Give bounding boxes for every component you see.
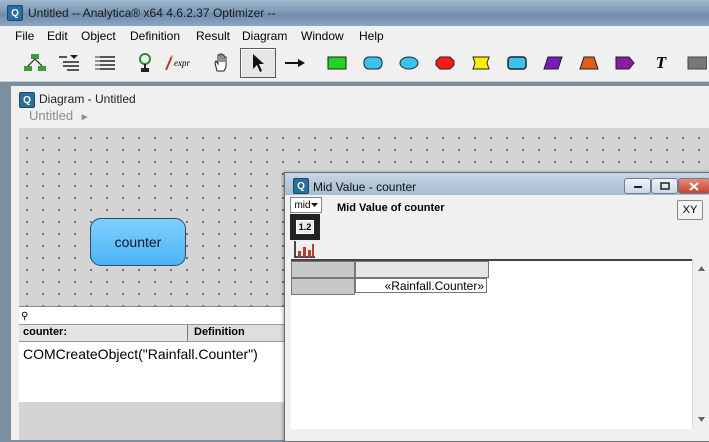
bar-chart-icon	[294, 241, 315, 258]
breadcrumb-item[interactable]: Untitled	[29, 108, 73, 123]
close-button[interactable]	[678, 178, 709, 194]
toolbar: expr T	[0, 45, 709, 82]
result-value-cell[interactable]: «Rainfall.Counter»	[355, 278, 487, 293]
scroll-up-icon	[698, 266, 705, 271]
expression-label: expr	[174, 58, 190, 68]
menu-diagram[interactable]: Diagram	[242, 29, 287, 43]
view-selector[interactable]: mid	[290, 197, 322, 213]
counter-node[interactable]: counter	[90, 218, 186, 266]
table-corner-cell	[291, 261, 355, 278]
result-window-title-bar: Q Mid Value - counter	[285, 173, 709, 195]
menu-result[interactable]: Result	[196, 29, 230, 43]
alias-node-icon[interactable]	[614, 53, 636, 73]
decision-node-icon[interactable]	[326, 53, 348, 73]
table-row-header-cell	[291, 278, 355, 295]
variable-node-icon[interactable]	[434, 53, 456, 73]
result-table: «Rainfall.Counter»	[291, 259, 692, 431]
pin-icon[interactable]: ⚲	[21, 311, 31, 322]
analytica-window-icon: Q	[19, 92, 35, 108]
index-node-icon[interactable]	[506, 53, 528, 73]
table-view-label: 1.2	[295, 220, 315, 234]
definition-text[interactable]: COMCreateObject("Rainfall.Counter")	[23, 346, 258, 362]
expression-icon[interactable]: expr	[162, 53, 192, 73]
scroll-down-icon	[698, 417, 705, 422]
attribute-selector-value: Definition	[194, 326, 245, 338]
app-title-bar: Q Untitled -- Analytica® x64 4.6.2.37 Op…	[0, 0, 709, 26]
menu-window[interactable]: Window	[301, 29, 344, 43]
node-label: counter	[114, 234, 162, 250]
picture-icon[interactable]	[686, 53, 708, 73]
constant-node-icon[interactable]	[470, 53, 492, 73]
result-window-title: Mid Value - counter	[313, 180, 417, 194]
xy-button[interactable]: XY	[677, 200, 703, 220]
app-title: Untitled -- Analytica® x64 4.6.2.37 Opti…	[28, 6, 276, 20]
horizontal-scrollbar[interactable]	[291, 429, 692, 440]
menu-file[interactable]: File	[15, 29, 34, 43]
arrow-pointer-icon[interactable]	[240, 48, 276, 78]
chevron-down-icon	[310, 202, 318, 207]
breadcrumb-arrow-icon: ►	[79, 112, 90, 123]
menu-definition[interactable]: Definition	[130, 29, 180, 43]
breadcrumb: Untitled ►	[29, 108, 90, 123]
connector-arrow-icon[interactable]	[284, 53, 306, 73]
minimize-button[interactable]	[624, 178, 651, 194]
maximize-icon	[659, 182, 670, 190]
menu-help[interactable]: Help	[359, 29, 384, 43]
diagram-window-title: Diagram - Untitled	[39, 92, 136, 106]
function-node-icon[interactable]	[578, 53, 600, 73]
objective-node-icon[interactable]	[398, 53, 420, 73]
pane-footer	[19, 402, 297, 440]
browse-hand-icon[interactable]	[210, 53, 232, 73]
menu-object[interactable]: Object	[81, 29, 116, 43]
outline-icon[interactable]	[58, 53, 80, 73]
attribute-selector[interactable]: Definition	[187, 325, 296, 341]
close-icon	[689, 181, 699, 191]
graph-view-button[interactable]	[293, 239, 317, 259]
table-header-cell	[355, 261, 489, 278]
list-icon[interactable]	[94, 53, 116, 73]
minimize-icon	[633, 186, 642, 188]
object-name-label: counter:	[23, 326, 67, 338]
hierarchy-icon[interactable]	[134, 53, 156, 73]
result-window: Q Mid Value - counter mid 1.2 Mid Value …	[284, 172, 709, 442]
attribute-header: counter: Definition	[19, 324, 297, 342]
analytica-app-icon[interactable]: Q	[7, 5, 23, 21]
chance-node-icon[interactable]	[362, 53, 384, 73]
view-selector-value: mid	[294, 199, 311, 211]
menu-edit[interactable]: Edit	[47, 29, 68, 43]
analytica-window-icon: Q	[293, 178, 309, 194]
text-tool-icon[interactable]: T	[650, 53, 672, 73]
diagram-network-icon[interactable]	[24, 53, 46, 73]
result-heading: Mid Value of counter	[337, 202, 445, 214]
module-node-icon[interactable]	[542, 53, 564, 73]
menu-bar: File Edit Object Definition Result Diagr…	[0, 26, 709, 46]
table-view-button[interactable]: 1.2	[290, 214, 320, 240]
attribute-pane: ⚲ counter: Definition COMCreateObject("R…	[19, 306, 297, 403]
vertical-scrollbar[interactable]	[692, 259, 709, 429]
maximize-button[interactable]	[651, 178, 678, 194]
